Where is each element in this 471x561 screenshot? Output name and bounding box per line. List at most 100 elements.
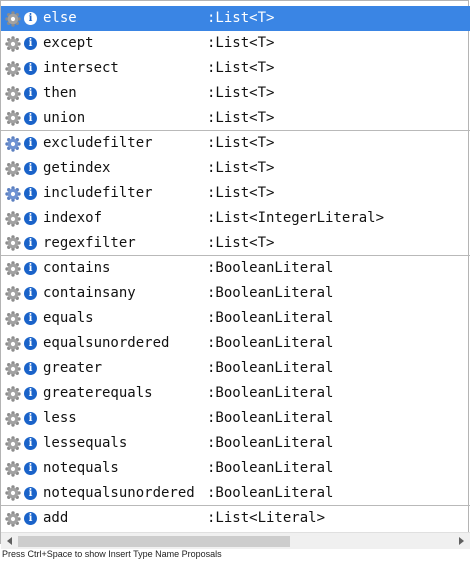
proposal-type: :List<T> [207, 35, 275, 51]
proposal-item-excludefilter[interactable]: i excludefilter :List<T> [1, 131, 470, 156]
proposal-type: :List<Literal> [207, 510, 326, 526]
content-assist-popup: i else:List<T> i except:List<T> i intersect:L… [0, 0, 470, 549]
info-icon: i [24, 12, 37, 25]
info-icon: i [24, 87, 37, 100]
info-icon: i [24, 287, 37, 300]
proposal-name: getindex [43, 160, 111, 176]
proposal-item-then[interactable]: i then :List<T> [1, 81, 470, 106]
proposal-item-containsany[interactable]: i containsany :BooleanLiteral [1, 281, 470, 306]
scrollbar-thumb[interactable] [18, 536, 290, 547]
proposal-name: notequalsunordered [43, 485, 195, 501]
proposal-type: :BooleanLiteral [207, 310, 334, 326]
proposal-item-contains[interactable]: i contains :BooleanLiteral [1, 256, 470, 281]
proposal-item-union[interactable]: i union:List<T> [1, 106, 470, 131]
proposal-item-greaterequals[interactable]: i greaterequals:BooleanLiteral [1, 381, 470, 406]
proposal-item-less[interactable]: i less :BooleanLiteral [1, 406, 470, 431]
info-icon: i [24, 512, 37, 525]
proposal-type: :List<T> [207, 85, 275, 101]
proposal-type: :BooleanLiteral [207, 460, 334, 476]
info-icon: i [24, 137, 37, 150]
gear-icon [5, 485, 21, 501]
gear-icon [5, 110, 21, 126]
info-icon: i [24, 111, 37, 125]
filter-gear-icon [5, 185, 21, 202]
proposal-item-add[interactable]: i add :List<Literal> [1, 506, 470, 531]
horizontal-scrollbar[interactable] [1, 532, 470, 549]
proposal-name: greater [43, 360, 103, 376]
gear-icon [5, 210, 21, 227]
proposal-name: includefilter [43, 185, 153, 201]
proposal-type: :BooleanLiteral [207, 485, 334, 501]
info-icon: i [24, 362, 37, 375]
proposal-name: equals [43, 310, 94, 326]
proposal-name: excludefilter [43, 135, 153, 151]
scroll-left-arrow-icon[interactable] [5, 536, 15, 546]
info-icon: i [24, 187, 37, 200]
proposal-type: :List<IntegerLiteral> [207, 210, 385, 226]
proposal-type: :BooleanLiteral [207, 360, 334, 376]
proposal-item-notequals[interactable]: i notequals:BooleanLiteral [1, 456, 470, 481]
gear-icon [5, 510, 21, 527]
proposal-item-notequalsunordered[interactable]: i notequalsunordered :BooleanLiteral [1, 481, 470, 506]
info-icon: i [24, 62, 37, 75]
proposal-type: :List<T> [207, 160, 275, 176]
proposal-name: else [43, 10, 77, 26]
gear-icon [5, 235, 21, 251]
proposal-type: :BooleanLiteral [207, 435, 334, 451]
proposal-item-else[interactable]: i else:List<T> [1, 6, 470, 31]
proposal-item-equals[interactable]: i equals :BooleanLiteral [1, 306, 470, 331]
proposal-type: :BooleanLiteral [207, 260, 334, 276]
scroll-right-arrow-icon[interactable] [456, 536, 466, 546]
proposal-item-regexfilter[interactable]: i regexfilter :List<T> [1, 231, 470, 256]
info-icon: i [24, 37, 37, 50]
proposal-name: lessequals [43, 435, 128, 451]
info-icon: i [24, 337, 37, 350]
info-icon: i [24, 462, 37, 475]
gear-icon [5, 460, 21, 477]
info-icon: i [24, 262, 37, 275]
proposal-type: :List<T> [207, 185, 275, 201]
proposal-item-equalsunordered[interactable]: i equalsunordered :BooleanLiteral [1, 331, 470, 356]
info-icon: i [24, 236, 37, 250]
status-hint: Press Ctrl+Space to show Insert Type Nam… [2, 549, 222, 559]
proposal-item-getindex[interactable]: i getindex :List<T> [1, 156, 470, 181]
info-icon: i [24, 162, 37, 175]
gear-icon [5, 10, 21, 27]
proposal-name: indexof [43, 210, 103, 226]
info-icon: i [24, 486, 37, 500]
proposal-type: :BooleanLiteral [207, 385, 334, 401]
proposal-type: :BooleanLiteral [207, 410, 334, 426]
proposal-item-indexof[interactable]: i indexof:List<IntegerLiteral> [1, 206, 470, 231]
info-icon: i [24, 437, 37, 450]
proposal-item-greater[interactable]: i greater :BooleanLiteral [1, 356, 470, 381]
filter-gear-icon [5, 135, 21, 152]
proposal-type: :List<T> [207, 235, 275, 251]
proposal-type: :List<T> [207, 60, 275, 76]
gear-icon [5, 360, 21, 377]
proposal-name: union [43, 110, 86, 126]
info-icon: i [24, 312, 37, 325]
info-icon: i [24, 387, 37, 400]
proposal-type: :BooleanLiteral [207, 335, 334, 351]
proposal-name: contains [43, 260, 111, 276]
proposal-item-intersect[interactable]: i intersect :List<T> [1, 56, 470, 81]
proposal-item-except[interactable]: i except :List<T> [1, 31, 470, 56]
proposal-name: intersect [43, 60, 119, 76]
proposal-name: containsany [43, 285, 136, 301]
gear-icon [5, 260, 21, 277]
proposal-name: regexfilter [43, 235, 136, 251]
proposal-name: except [43, 35, 94, 51]
proposal-type: :List<T> [207, 135, 275, 151]
proposal-item-lessequals[interactable]: i lessequals :BooleanLiteral [1, 431, 470, 456]
proposal-name: less [43, 410, 77, 426]
proposal-name: then [43, 85, 77, 101]
proposal-list: i else:List<T> i except:List<T> i intersect:L… [1, 6, 470, 531]
proposal-name: equalsunordered [43, 335, 170, 351]
proposal-item-includefilter[interactable]: i includefilter :List<T> [1, 181, 470, 206]
proposal-type: :BooleanLiteral [207, 285, 334, 301]
proposal-name: add [43, 510, 69, 526]
gear-icon [5, 335, 21, 352]
gear-icon [5, 410, 21, 427]
info-icon: i [24, 412, 37, 425]
gear-icon [5, 60, 21, 77]
